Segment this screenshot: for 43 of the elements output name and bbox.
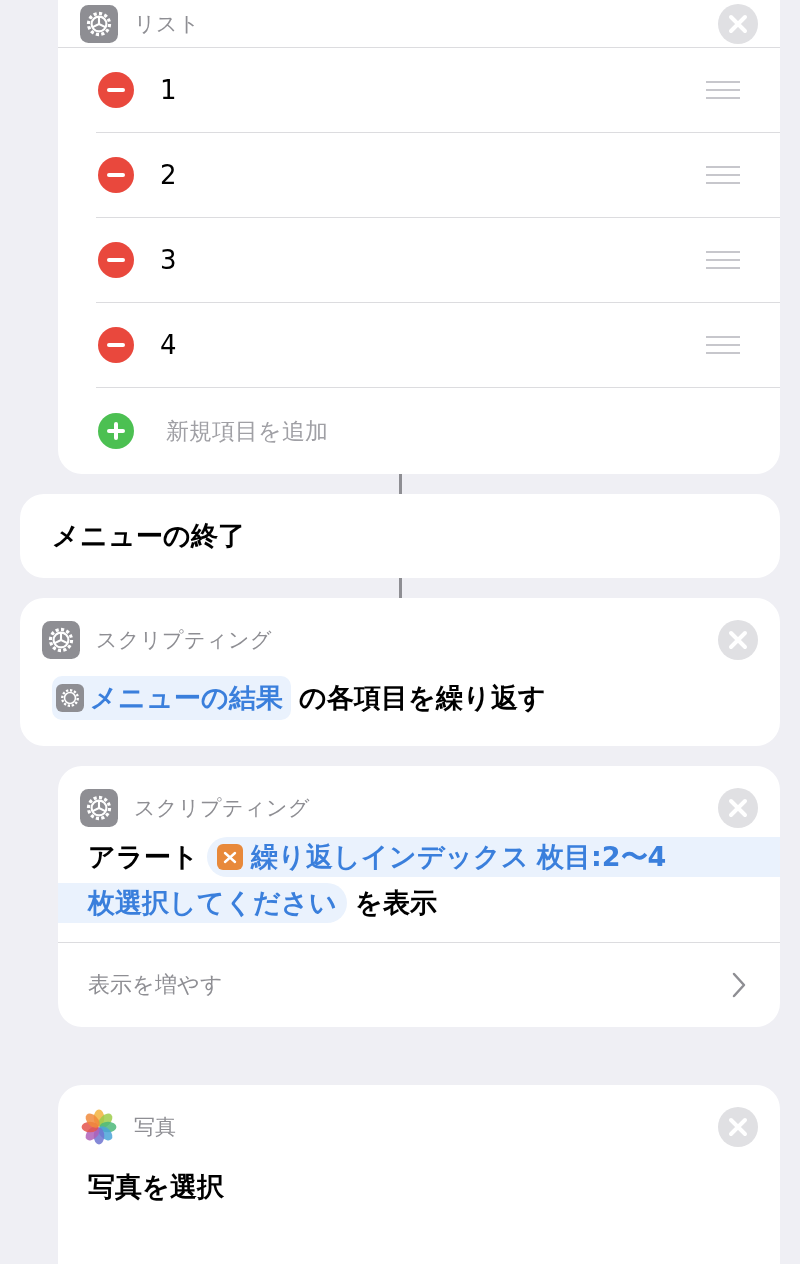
close-icon[interactable] (718, 1107, 758, 1147)
gear-icon (80, 789, 118, 827)
action-category: リスト (134, 10, 201, 38)
gear-icon (56, 684, 84, 712)
variable-icon (217, 844, 243, 870)
action-text: アラート (88, 840, 199, 874)
show-more-row[interactable]: 表示を増やす (58, 943, 780, 1027)
action-title: メニューの終了 (52, 519, 245, 553)
chevron-icon (732, 972, 746, 998)
delete-icon[interactable] (98, 242, 134, 278)
message-text: 枚選択してください (88, 886, 337, 920)
gear-icon (80, 4, 118, 43)
drag-handle-icon[interactable] (706, 250, 740, 270)
variable-name: 繰り返しインデックス (251, 840, 529, 874)
delete-icon[interactable] (98, 72, 134, 108)
action-text: の各項目を繰り返す (299, 681, 546, 715)
show-more-label: 表示を増やす (88, 971, 223, 999)
action-category: スクリプティング (96, 627, 273, 654)
text-token[interactable]: 枚選択してください (58, 883, 347, 923)
variable-token[interactable]: メニューの結果 (52, 676, 291, 720)
close-icon[interactable] (718, 620, 758, 660)
action-category: スクリプティング (134, 795, 311, 822)
list-item[interactable]: 4 (160, 330, 706, 360)
flower-icon (80, 1108, 118, 1146)
action-category: 写真 (134, 1114, 177, 1141)
close-icon[interactable] (718, 3, 758, 44)
text-token[interactable]: 繰り返しインデックス 枚目:2〜4 (207, 837, 780, 877)
delete-icon[interactable] (98, 157, 134, 193)
list-item[interactable]: 2 (160, 160, 706, 190)
action-title: 写真を選択 (88, 1171, 224, 1202)
variable-name: メニューの結果 (90, 681, 283, 715)
drag-handle-icon[interactable] (706, 335, 740, 355)
drag-handle-icon[interactable] (706, 165, 740, 185)
new-item-field[interactable]: 新規項目を追加 (166, 415, 328, 447)
drag-handle-icon[interactable] (706, 80, 740, 100)
add-icon[interactable] (98, 413, 134, 449)
list-item[interactable]: 1 (160, 75, 706, 105)
delete-icon[interactable] (98, 327, 134, 363)
gear-icon (42, 621, 80, 659)
close-icon[interactable] (718, 788, 758, 828)
message-text: 枚目:2〜4 (537, 840, 667, 874)
list-item[interactable]: 3 (160, 245, 706, 275)
action-text: を表示 (355, 886, 437, 920)
